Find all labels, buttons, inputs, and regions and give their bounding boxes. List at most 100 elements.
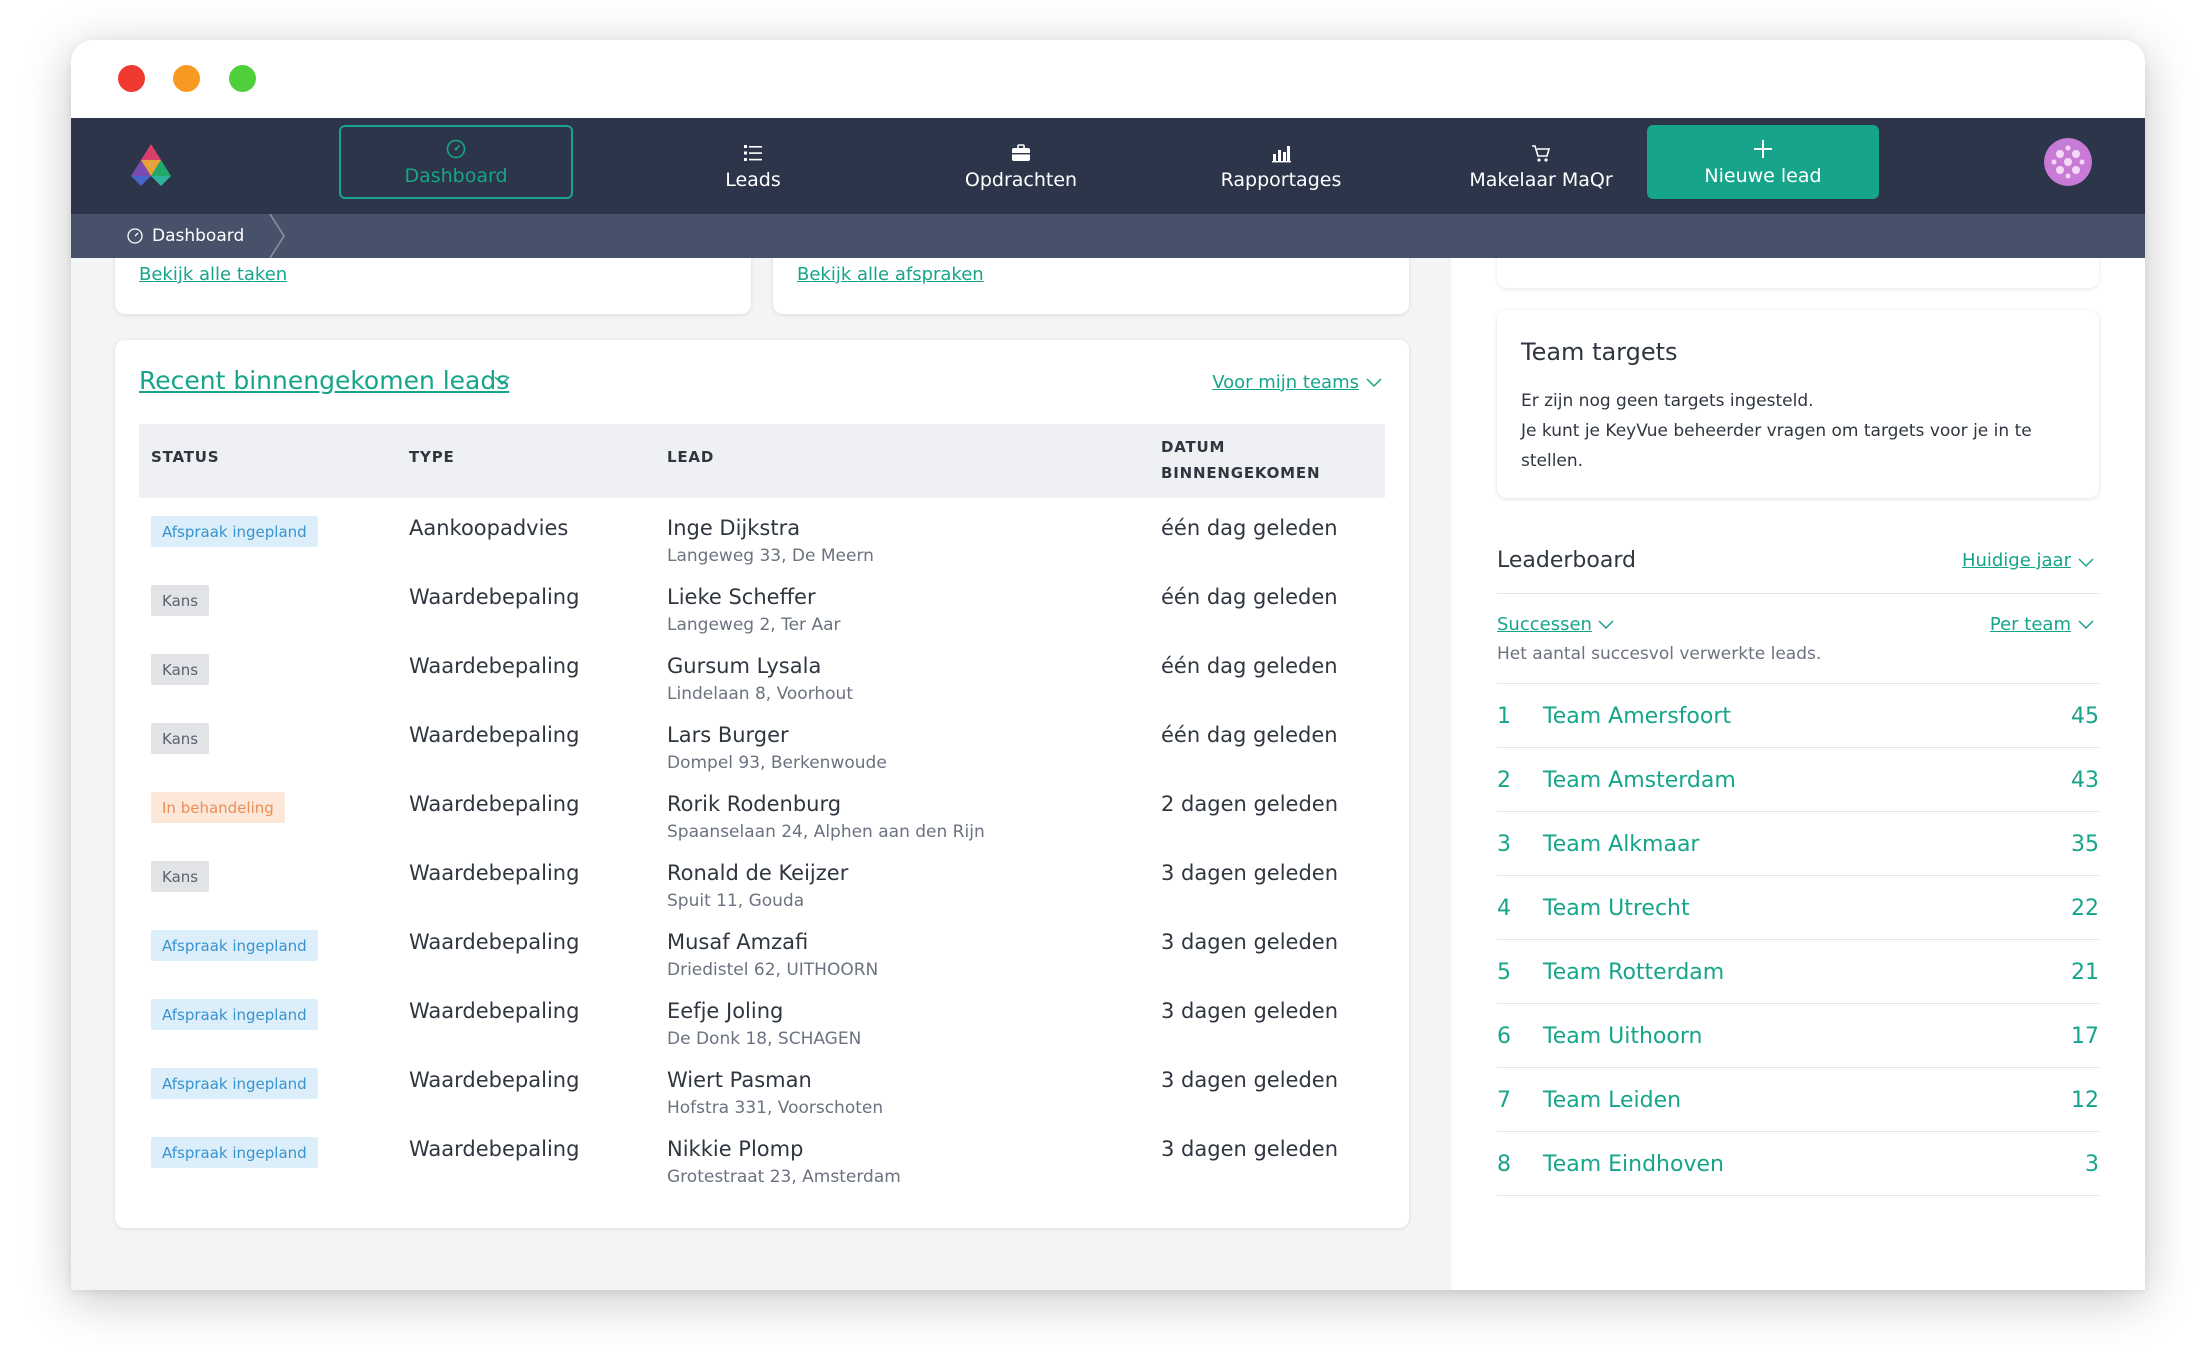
lead-date: één dag geleden [1161, 723, 1338, 747]
table-row[interactable]: Kans Waardebepaling Gursum Lysala Lindelaan… [139, 636, 1385, 705]
leaderboard-group-select[interactable]: Per team [1990, 614, 2071, 635]
table-row[interactable]: Afspraak ingepland Waardebepaling Eefje Jo… [139, 981, 1385, 1050]
dashboard-gauge-icon [445, 138, 467, 160]
leaderboard-row[interactable]: 8 Team Eindhoven 3 [1497, 1132, 2099, 1196]
chevron-down-icon[interactable] [2077, 618, 2095, 632]
leaderboard-team-name: Team Rotterdam [1543, 960, 1725, 985]
chevron-down-icon[interactable] [1597, 618, 1615, 632]
leaderboard-row[interactable]: 2 Team Amsterdam 43 [1497, 748, 2099, 812]
column-header-lead[interactable]: LEAD [667, 448, 714, 466]
leads-table-body: Afspraak ingepland Aankoopadvies Inge Dijk… [139, 498, 1385, 1188]
leaderboard-score: 17 [2071, 1024, 2099, 1049]
table-row[interactable]: Afspraak ingepland Waardebepaling Nikkie P… [139, 1119, 1385, 1188]
leaderboard-metric-select[interactable]: Successen [1497, 614, 1592, 635]
appointments-card: Bekijk alle afspraken [773, 258, 1409, 314]
chevron-down-icon[interactable] [493, 374, 511, 388]
table-row[interactable]: Kans Waardebepaling Lars Burger Dompel 93, … [139, 705, 1385, 774]
leaderboard-filters: Successen Per team Het aantal succesvol … [1497, 604, 2099, 684]
leaderboard-list: 1 Team Amersfoort 45 2 Team Amsterdam 43 3 Team… [1497, 684, 2099, 1196]
team-targets-line2: Je kunt je KeyVue beheerder vragen om ta… [1521, 421, 2032, 471]
new-lead-button[interactable]: Nieuwe lead [1647, 125, 1879, 199]
leaderboard-rank: 8 [1497, 1152, 1511, 1177]
breadcrumb-dashboard[interactable]: Dashboard [126, 214, 244, 258]
leaderboard-row[interactable]: 7 Team Leiden 12 [1497, 1068, 2099, 1132]
team-targets-message: Er zijn nog geen targets ingesteld. Je k… [1521, 386, 2081, 476]
new-lead-label: Nieuwe lead [1704, 164, 1822, 187]
lead-type: Waardebepaling [409, 930, 580, 954]
lead-type: Waardebepaling [409, 999, 580, 1023]
leaderboard-row[interactable]: 4 Team Utrecht 22 [1497, 876, 2099, 940]
leaderboard-period-select[interactable]: Huidige jaar [1962, 550, 2071, 571]
lead-name[interactable]: Lieke Scheffer [667, 585, 816, 609]
chevron-down-icon[interactable] [2077, 556, 2095, 570]
top-navbar: Dashboard Leads Opdrachten Rapportages M [71, 118, 2145, 214]
lead-type: Waardebepaling [409, 723, 580, 747]
lead-name[interactable]: Musaf Amzafi [667, 930, 808, 954]
lead-name[interactable]: Wiert Pasman [667, 1068, 812, 1092]
nav-makelaar-maqr[interactable]: Makelaar MaQr [1431, 118, 1651, 214]
lead-type: Waardebepaling [409, 861, 580, 885]
leaderboard-team-name: Team Amersfoort [1543, 704, 1731, 729]
leaderboard-row[interactable]: 6 Team Uithoorn 17 [1497, 1004, 2099, 1068]
column-header-date[interactable]: DATUM [1161, 438, 1225, 456]
right-panel: Team targets Er zijn nog geen targets in… [1451, 258, 2145, 1290]
column-header-status[interactable]: STATUS [151, 448, 219, 466]
lead-date: 3 dagen geleden [1161, 930, 1339, 954]
status-badge: Afspraak ingepland [151, 999, 318, 1030]
leaderboard-score: 43 [2071, 768, 2099, 793]
right-top-card [1497, 258, 2099, 288]
lead-address: Spaanselaan 24, Alphen aan den Rijn [667, 822, 985, 842]
leaderboard-row[interactable]: 3 Team Alkmaar 35 [1497, 812, 2099, 876]
leaderboard-header: Leaderboard Huidige jaar [1497, 548, 2099, 594]
lead-address: Langeweg 33, De Meern [667, 546, 874, 566]
table-row[interactable]: Afspraak ingepland Aankoopadvies Inge Dijk… [139, 498, 1385, 567]
nav-opdrachten[interactable]: Opdrachten [921, 118, 1121, 214]
nav-rapportages[interactable]: Rapportages [1181, 118, 1381, 214]
leaderboard-row[interactable]: 1 Team Amersfoort 45 [1497, 684, 2099, 748]
nav-makelaar-label: Makelaar MaQr [1469, 168, 1613, 191]
lead-name[interactable]: Eefje Joling [667, 999, 783, 1023]
user-avatar[interactable] [2044, 138, 2092, 186]
lead-name[interactable]: Lars Burger [667, 723, 789, 747]
close-window-button[interactable] [118, 65, 145, 92]
nav-dashboard[interactable]: Dashboard [339, 125, 573, 199]
lead-name[interactable]: Nikkie Plomp [667, 1137, 803, 1161]
lead-name[interactable]: Rorik Rodenburg [667, 792, 841, 816]
team-targets-line1: Er zijn nog geen targets ingesteld. [1521, 391, 1814, 411]
lead-date: 2 dagen geleden [1161, 792, 1339, 816]
lead-name[interactable]: Ronald de Keijzer [667, 861, 848, 885]
cart-icon [1530, 142, 1552, 164]
column-header-date-sub[interactable]: BINNENGEKOMEN [1161, 464, 1320, 482]
leaderboard-score: 12 [2071, 1088, 2099, 1113]
recent-leads-title[interactable]: Recent binnengekomen leads [139, 366, 509, 395]
status-badge: Kans [151, 654, 210, 685]
briefcase-icon [1010, 142, 1032, 164]
table-row[interactable]: Afspraak ingepland Waardebepaling Musaf Am… [139, 912, 1385, 981]
leaderboard-row[interactable]: 5 Team Rotterdam 21 [1497, 940, 2099, 1004]
leaderboard-rank: 6 [1497, 1024, 1511, 1049]
minimize-window-button[interactable] [173, 65, 200, 92]
lead-address: De Donk 18, SCHAGEN [667, 1029, 862, 1049]
nav-opdrachten-label: Opdrachten [964, 168, 1078, 191]
table-row[interactable]: In behandeling Waardebepaling Rorik Rodenb… [139, 774, 1385, 843]
leaderboard-rank: 3 [1497, 832, 1511, 857]
view-all-appointments-link[interactable]: Bekijk alle afspraken [797, 264, 984, 285]
dashboard-gauge-icon [126, 227, 144, 245]
table-row[interactable]: Afspraak ingepland Waardebepaling Wiert Pa… [139, 1050, 1385, 1119]
lead-name[interactable]: Gursum Lysala [667, 654, 821, 678]
teams-filter-link[interactable]: Voor mijn teams [1212, 372, 1359, 393]
view-all-tasks-link[interactable]: Bekijk alle taken [139, 264, 287, 285]
column-header-type[interactable]: TYPE [409, 448, 455, 466]
leaderboard-score: 3 [2085, 1152, 2099, 1177]
lead-date: 3 dagen geleden [1161, 999, 1339, 1023]
lead-type: Waardebepaling [409, 792, 580, 816]
maximize-window-button[interactable] [229, 65, 256, 92]
table-row[interactable]: Kans Waardebepaling Lieke Scheffer Langeweg… [139, 567, 1385, 636]
table-row[interactable]: Kans Waardebepaling Ronald de Keijzer Spuit… [139, 843, 1385, 912]
leaderboard-score: 21 [2071, 960, 2099, 985]
app-logo-icon[interactable] [125, 140, 177, 190]
chevron-down-icon[interactable] [1365, 376, 1383, 390]
nav-leads[interactable]: Leads [673, 118, 833, 214]
leaderboard-rank: 7 [1497, 1088, 1511, 1113]
lead-name[interactable]: Inge Dijkstra [667, 516, 800, 540]
